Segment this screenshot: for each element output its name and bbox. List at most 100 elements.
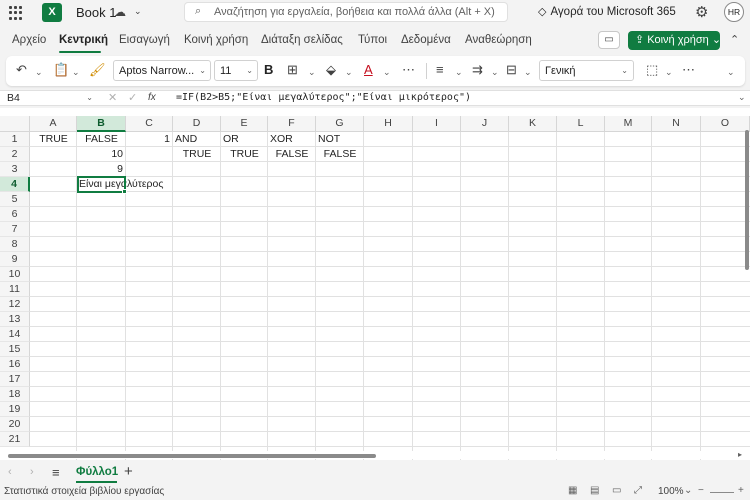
row-header[interactable]: 1	[0, 132, 30, 147]
column-header[interactable]: N	[652, 116, 701, 132]
cell-b1[interactable]: FALSE	[77, 132, 126, 147]
wrap-text-icon[interactable]: ⇉	[472, 62, 483, 78]
sheet-tab-active[interactable]: Φύλλο1	[76, 463, 118, 483]
buy-microsoft-365-button[interactable]: ◇ Αγορά του Microsoft 365	[538, 5, 676, 18]
select-all-corner[interactable]	[0, 116, 30, 132]
share-button[interactable]: ⇪ Κοινή χρήση ⌄	[628, 31, 721, 50]
borders-icon[interactable]: ⊞	[287, 62, 298, 78]
merge-dropdown-icon[interactable]: ⌄	[524, 67, 532, 78]
paste-dropdown-icon[interactable]: ⌄	[72, 67, 80, 78]
undo-icon[interactable]: ↶	[16, 62, 27, 78]
horizontal-scrollbar[interactable]	[8, 454, 376, 458]
tab-review[interactable]: Αναθεώρηση	[465, 34, 532, 46]
font-size-select[interactable]: 11 ⌄	[214, 60, 258, 81]
feedback-icon[interactable]: ▭	[612, 485, 621, 496]
cell-b2[interactable]: 10	[77, 147, 126, 162]
cell-b3[interactable]: 9	[77, 162, 126, 177]
column-header[interactable]: L	[557, 116, 605, 132]
font-color-icon[interactable]: A	[364, 62, 373, 77]
more-options-icon[interactable]: ⋯	[682, 62, 695, 78]
workbook-statistics[interactable]: Στατιστικά στοιχεία βιβλίου εργασίας	[4, 486, 164, 497]
page-view-icon[interactable]: ▤	[590, 485, 599, 496]
wrap-dropdown-icon[interactable]: ⌄	[491, 67, 499, 78]
row-header[interactable]: 20	[0, 417, 30, 432]
styles-icon[interactable]: ⬚	[646, 62, 658, 78]
column-header[interactable]: K	[509, 116, 557, 132]
tab-home[interactable]: Κεντρική	[59, 34, 108, 46]
chevron-down-icon[interactable]: ⌄	[684, 485, 692, 496]
merge-icon[interactable]: ⊟	[506, 62, 517, 78]
more-options-icon[interactable]: ⋯	[402, 62, 415, 78]
zoom-level[interactable]: 100%	[658, 486, 684, 497]
chevron-down-icon[interactable]: ⌄	[134, 6, 142, 17]
font-color-dropdown-icon[interactable]: ⌄	[383, 67, 391, 78]
expand-formula-bar-icon[interactable]: ⌄	[738, 92, 746, 103]
column-header[interactable]: J	[461, 116, 509, 132]
column-header[interactable]: F	[268, 116, 316, 132]
add-sheet-icon[interactable]: +	[124, 463, 133, 480]
row-header[interactable]: 7	[0, 222, 30, 237]
formula-input[interactable]: =IF(B2>B5;"Είναι μεγαλύτερος";"Είναι μικ…	[176, 92, 471, 103]
row-header[interactable]: 14	[0, 327, 30, 342]
column-header[interactable]: H	[364, 116, 413, 132]
row-header[interactable]: 2	[0, 147, 30, 162]
column-header[interactable]: E	[221, 116, 268, 132]
row-header[interactable]: 4	[0, 177, 30, 192]
gear-icon[interactable]: ⚙	[695, 3, 708, 21]
row-header[interactable]: 17	[0, 372, 30, 387]
column-header[interactable]: C	[126, 116, 173, 132]
zoom-slider[interactable]	[710, 492, 734, 493]
comments-button[interactable]: ▭	[598, 31, 620, 49]
worksheet-grid[interactable]: ABCDEFGHIJKLMNO 1 2 3 4 5 6 7 8 9 10 11 12 13 14 15 16 1…	[0, 108, 750, 460]
column-header[interactable]: D	[173, 116, 221, 132]
ribbon-expand-icon[interactable]: ⌄	[727, 67, 735, 78]
row-header[interactable]: 12	[0, 297, 30, 312]
font-name-select[interactable]: Aptos Narrow... ⌄	[113, 60, 211, 81]
fullscreen-icon[interactable]: ⤢	[634, 485, 642, 496]
number-format-select[interactable]: Γενική ⌄	[539, 60, 634, 81]
insert-function-button[interactable]: fx	[148, 92, 156, 103]
all-sheets-icon[interactable]: ≡	[52, 465, 60, 480]
fill-color-dropdown-icon[interactable]: ⌄	[345, 67, 353, 78]
align-dropdown-icon[interactable]: ⌄	[455, 67, 463, 78]
zoom-out-icon[interactable]: −	[698, 485, 704, 496]
row-header[interactable]: 5	[0, 192, 30, 207]
row-header[interactable]: 8	[0, 237, 30, 252]
undo-dropdown-icon[interactable]: ⌄	[35, 67, 43, 78]
column-header[interactable]: A	[30, 116, 77, 132]
align-icon[interactable]: ≡	[436, 62, 444, 77]
row-header[interactable]: 19	[0, 402, 30, 417]
row-header[interactable]: 15	[0, 342, 30, 357]
fill-color-icon[interactable]: ⬙	[326, 62, 336, 78]
row-header[interactable]: 11	[0, 282, 30, 297]
collapse-ribbon-icon[interactable]: ⌃	[730, 33, 739, 46]
normal-view-icon[interactable]: ▦	[568, 485, 577, 496]
bold-button[interactable]: B	[264, 62, 273, 77]
search-input[interactable]: ⌕ Αναζήτηση για εργαλεία, βοήθεια και πο…	[184, 2, 508, 22]
column-header[interactable]: B	[77, 116, 126, 132]
cell-a1[interactable]: TRUE	[30, 132, 77, 147]
cell-d2[interactable]: TRUE	[173, 147, 221, 162]
enter-icon[interactable]: ✓	[128, 91, 137, 104]
cell-e2[interactable]: TRUE	[221, 147, 268, 162]
column-header[interactable]: M	[605, 116, 652, 132]
column-header[interactable]: I	[413, 116, 461, 132]
row-header[interactable]: 3	[0, 162, 30, 177]
previous-sheet-icon[interactable]: ‹	[8, 466, 12, 478]
fill-handle[interactable]	[122, 189, 127, 194]
app-launcher-icon[interactable]	[9, 6, 23, 20]
next-sheet-icon[interactable]: ›	[30, 466, 34, 478]
tab-page-layout[interactable]: Διάταξη σελίδας	[261, 34, 343, 46]
paste-icon[interactable]: 📋	[53, 62, 69, 78]
row-header[interactable]: 21	[0, 432, 30, 447]
row-header[interactable]: 6	[0, 207, 30, 222]
cell-g2[interactable]: FALSE	[316, 147, 364, 162]
cell-c1[interactable]: 1	[126, 132, 173, 147]
tab-share[interactable]: Κοινή χρήση	[184, 34, 248, 46]
zoom-in-icon[interactable]: +	[738, 485, 744, 496]
format-painter-icon[interactable]: 🖌	[89, 62, 106, 78]
column-header[interactable]: O	[701, 116, 750, 132]
tab-formulas[interactable]: Τύποι	[358, 34, 387, 46]
tab-data[interactable]: Δεδομένα	[401, 34, 451, 46]
cancel-icon[interactable]: ✕	[108, 91, 117, 104]
